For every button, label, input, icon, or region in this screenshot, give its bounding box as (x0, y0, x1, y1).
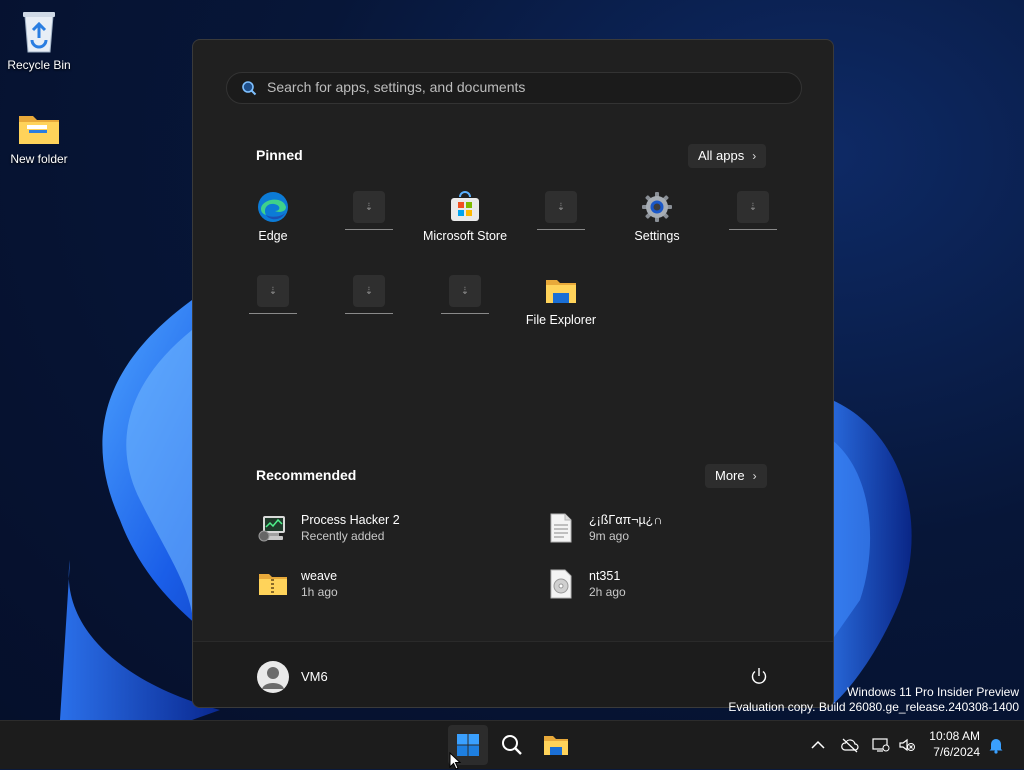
desktop-icon-label: New folder (10, 152, 68, 166)
recommended-item-name: nt351 (589, 569, 621, 583)
chevron-up-icon (811, 740, 825, 749)
power-icon (751, 668, 767, 684)
recommended-heading: Recommended (256, 467, 357, 483)
recommended-item-name: weave (301, 569, 338, 583)
recommended-item-weave[interactable]: weave 1h ago (257, 564, 338, 604)
pinned-app-placeholder[interactable]: ⇣ (417, 275, 513, 314)
power-button[interactable] (749, 666, 769, 686)
recommended-item-detail: 1h ago (301, 585, 338, 599)
all-apps-label: All apps (698, 148, 745, 163)
pinned-app-file-explorer[interactable]: File Explorer (513, 275, 609, 327)
all-apps-button[interactable]: All apps › (688, 144, 767, 168)
blank-label-line (537, 229, 585, 230)
folder-icon (19, 116, 59, 144)
evaluation-watermark: Windows 11 Pro Insider Preview Evaluatio… (728, 685, 1019, 715)
placeholder-icon: ⇣ (449, 275, 481, 307)
notifications-button[interactable] (986, 735, 1006, 755)
recommended-item-document[interactable]: ¿¡ßΓαπ¬µ¿∩ 9m ago (545, 508, 662, 548)
placeholder-icon: ⇣ (545, 191, 577, 223)
file-explorer-icon (544, 736, 568, 755)
search-box[interactable] (226, 72, 802, 104)
search-icon (502, 735, 522, 755)
network-disconnected-icon (872, 738, 890, 752)
taskbar-clock[interactable]: 10:08 AM 7/6/2024 (929, 728, 980, 760)
app-label: Edge (258, 229, 288, 243)
pinned-app-microsoft-store[interactable]: Microsoft Store (417, 191, 513, 243)
clock-date: 7/6/2024 (933, 745, 980, 759)
recommended-item-name: Process Hacker 2 (301, 513, 400, 527)
blank-label-line (441, 313, 489, 314)
placeholder-icon: ⇣ (353, 275, 385, 307)
recommended-item-process-hacker[interactable]: Process Hacker 2 Recently added (257, 508, 400, 548)
network-button[interactable] (871, 735, 891, 755)
placeholder-icon: ⇣ (257, 275, 289, 307)
pinned-app-placeholder[interactable]: ⇣ (513, 191, 609, 230)
chevron-right-icon: › (752, 469, 757, 483)
document-icon (550, 513, 572, 543)
recommended-item-nt351[interactable]: nt351 2h ago (545, 564, 626, 604)
file-explorer-icon (545, 275, 577, 307)
recommended-item-detail: 2h ago (589, 585, 626, 599)
blank-label-line (249, 313, 297, 314)
user-name[interactable]: VM6 (301, 669, 328, 684)
disc-image-icon (550, 569, 572, 599)
cloud-offline-icon (841, 738, 859, 753)
user-avatar[interactable] (257, 661, 289, 693)
pinned-app-edge[interactable]: Edge (225, 191, 321, 243)
pinned-app-placeholder[interactable]: ⇣ (321, 191, 417, 230)
watermark-line2: Evaluation copy. Build 26080.ge_release.… (728, 700, 1019, 714)
pinned-app-settings[interactable]: Settings (609, 191, 705, 243)
recommended-item-name: ¿¡ßΓαπ¬µ¿∩ (589, 513, 663, 527)
recommended-item-detail: Recently added (301, 529, 385, 543)
app-label: Settings (634, 229, 680, 243)
blank-label-line (345, 229, 393, 230)
zip-folder-icon (259, 574, 287, 595)
show-hidden-icons-button[interactable] (808, 735, 828, 755)
recommended-item-detail: 9m ago (589, 529, 630, 543)
desktop-icon-new-folder[interactable]: New folder (1, 108, 77, 166)
taskbar-search-button[interactable] (492, 725, 532, 765)
taskbar-file-explorer-button[interactable] (536, 725, 576, 765)
placeholder-icon: ⇣ (353, 191, 385, 223)
recycle-bin-icon (23, 12, 55, 53)
app-label: File Explorer (525, 313, 597, 327)
network-status-button[interactable] (840, 735, 860, 755)
chevron-right-icon: › (752, 149, 757, 163)
volume-button[interactable] (897, 735, 917, 755)
more-label: More (715, 468, 745, 483)
pinned-app-placeholder[interactable]: ⇣ (705, 191, 801, 230)
desktop-icon-label: Recycle Bin (7, 58, 71, 72)
edge-icon (257, 191, 289, 223)
more-button[interactable]: More › (705, 464, 767, 488)
gear-icon (641, 191, 673, 223)
search-icon (242, 81, 257, 96)
store-icon (449, 191, 481, 223)
app-label: Microsoft Store (422, 229, 508, 243)
clock-time: 10:08 AM (929, 729, 980, 743)
pinned-app-placeholder[interactable]: ⇣ (225, 275, 321, 314)
desktop-icon-recycle-bin[interactable]: Recycle Bin (1, 8, 77, 72)
blank-label-line (729, 229, 777, 230)
start-menu: Pinned All apps › Edge ⇣ (192, 39, 834, 708)
blank-label-line (345, 313, 393, 314)
bell-icon (989, 739, 1003, 754)
user-icon (262, 667, 284, 689)
search-input[interactable] (267, 76, 767, 98)
placeholder-icon: ⇣ (737, 191, 769, 223)
mouse-cursor-icon (449, 752, 462, 770)
pinned-heading: Pinned (256, 147, 303, 163)
process-hacker-icon (258, 516, 285, 542)
pinned-app-placeholder[interactable]: ⇣ (321, 275, 417, 314)
speaker-muted-icon (899, 738, 915, 752)
watermark-line1: Windows 11 Pro Insider Preview (847, 685, 1019, 699)
taskbar: 10:08 AM 7/6/2024 (0, 720, 1024, 769)
